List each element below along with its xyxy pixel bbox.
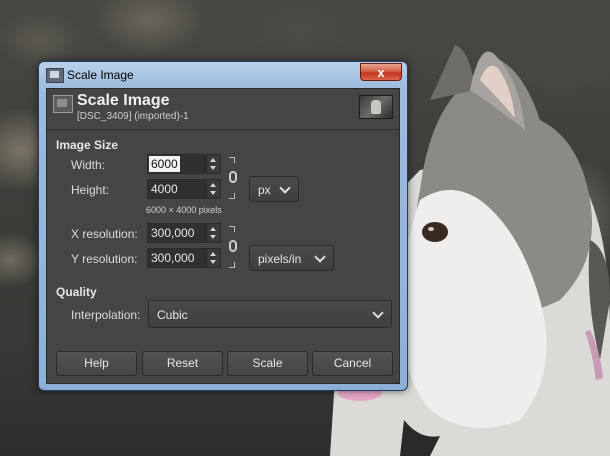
width-spinbox[interactable]: 6000	[147, 154, 221, 174]
quality-section-label: Quality	[56, 285, 97, 299]
image-thumbnail	[359, 95, 393, 119]
width-stepper[interactable]	[206, 155, 220, 173]
width-label: Width:	[71, 158, 106, 172]
interpolation-label: Interpolation:	[71, 308, 141, 322]
x-resolution-value[interactable]: 300,000	[149, 225, 196, 241]
close-button[interactable]: x	[360, 63, 402, 81]
dialog-heading: Scale Image	[77, 92, 170, 109]
y-resolution-spinbox[interactable]: 300,000	[147, 248, 221, 268]
height-value[interactable]: 4000	[149, 181, 180, 197]
height-stepper[interactable]	[206, 180, 220, 198]
width-value[interactable]: 6000	[149, 156, 180, 172]
scale-image-window: Scale Image x Scale Image [DSC_3409] (im…	[38, 61, 408, 391]
increment-arrow-icon[interactable]	[210, 158, 216, 162]
decrement-arrow-icon[interactable]	[210, 260, 216, 264]
x-resolution-spinbox[interactable]: 300,000	[147, 223, 221, 243]
gimp-window-icon	[46, 68, 64, 83]
height-label: Height:	[71, 183, 110, 197]
interpolation-dropdown[interactable]: Cubic	[148, 300, 392, 328]
title-bar[interactable]: Scale Image x	[39, 62, 407, 88]
chevron-down-icon	[314, 251, 326, 263]
window-title: Scale Image	[67, 68, 134, 82]
chain-link-icon[interactable]	[227, 157, 239, 199]
resolution-unit-value: pixels/in	[258, 252, 302, 266]
interpolation-value: Cubic	[157, 308, 188, 322]
cancel-button[interactable]: Cancel	[312, 351, 393, 376]
y-resolution-label: Y resolution:	[71, 252, 138, 266]
x-resolution-label: X resolution:	[71, 227, 138, 241]
header-divider	[47, 129, 399, 130]
dialog-content: Scale Image [DSC_3409] (imported)-1 Imag…	[46, 88, 400, 384]
decrement-arrow-icon[interactable]	[210, 166, 216, 170]
reset-button[interactable]: Reset	[142, 351, 223, 376]
height-spinbox[interactable]: 4000	[147, 179, 221, 199]
scale-image-icon	[53, 95, 73, 113]
chevron-down-icon	[279, 182, 291, 194]
increment-arrow-icon[interactable]	[210, 227, 216, 231]
y-resolution-value[interactable]: 300,000	[149, 250, 196, 266]
x-resolution-stepper[interactable]	[206, 224, 220, 242]
decrement-arrow-icon[interactable]	[210, 191, 216, 195]
increment-arrow-icon[interactable]	[210, 252, 216, 256]
y-resolution-stepper[interactable]	[206, 249, 220, 267]
chevron-down-icon	[372, 307, 384, 319]
size-unit-value: px	[258, 183, 271, 197]
decrement-arrow-icon[interactable]	[210, 235, 216, 239]
scale-button[interactable]: Scale	[227, 351, 308, 376]
help-button[interactable]: Help	[56, 351, 137, 376]
increment-arrow-icon[interactable]	[210, 183, 216, 187]
resolution-chain-link-icon[interactable]	[227, 226, 239, 268]
image-size-section-label: Image Size	[56, 138, 119, 152]
size-unit-dropdown[interactable]: px	[249, 176, 299, 202]
resolution-unit-dropdown[interactable]: pixels/in	[249, 245, 334, 271]
image-name: [DSC_3409] (imported)-1	[77, 111, 189, 122]
pixel-dimensions-note: 6000 × 4000 pixels	[146, 205, 222, 215]
